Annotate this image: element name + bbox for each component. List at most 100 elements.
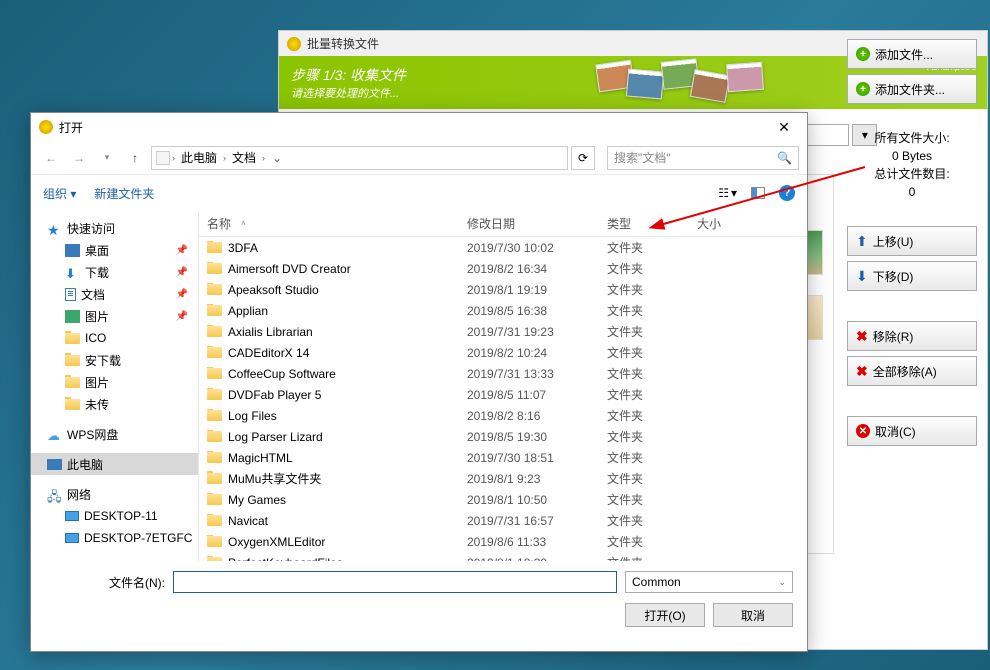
dialog-footer: 文件名(N): Common⌄ 打开(O) 取消 <box>31 561 807 651</box>
file-row[interactable]: CADEditorX 142019/8/2 10:24文件夹 <box>199 342 807 363</box>
chevron-right-icon[interactable]: › <box>172 153 175 163</box>
back-button[interactable]: ← <box>39 146 63 170</box>
recent-button[interactable]: ▾ <box>95 146 119 170</box>
move-up-button[interactable]: ⬆上移(U) <box>847 226 977 256</box>
dialog-icon <box>39 120 53 134</box>
tree-item[interactable]: ★快速访问 <box>31 217 198 239</box>
file-row[interactable]: 3DFA2019/7/30 10:02文件夹 <box>199 237 807 258</box>
organize-button[interactable]: 组织 ▾ <box>43 185 76 202</box>
network-icon: 🖧 <box>47 488 62 501</box>
file-row[interactable]: OxygenXMLEditor2019/8/6 11:33文件夹 <box>199 531 807 552</box>
col-size-header[interactable]: 大小 <box>689 215 769 232</box>
x-icon: ✖ <box>856 328 868 345</box>
refresh-button[interactable]: ⟳ <box>571 146 595 170</box>
tree-item[interactable]: 🖧网络 <box>31 483 198 505</box>
forward-button[interactable]: → <box>67 146 91 170</box>
tree-item-label: ICO <box>85 331 106 345</box>
col-date-header[interactable]: 修改日期 <box>459 215 599 232</box>
file-row[interactable]: Applian2019/8/5 16:38文件夹 <box>199 300 807 321</box>
dialog-titlebar: 打开 ✕ <box>31 113 807 141</box>
folder-icon <box>207 557 222 561</box>
tree-item[interactable]: 图片📌 <box>31 305 198 327</box>
tree-item[interactable]: 安下载 <box>31 349 198 371</box>
breadcrumb-dropdown[interactable]: ⌄ <box>267 151 287 165</box>
search-icon[interactable]: 🔍 <box>777 151 792 165</box>
file-row[interactable]: Aimersoft DVD Creator2019/8/2 16:34文件夹 <box>199 258 807 279</box>
folder-icon <box>65 355 80 366</box>
file-date: 2019/7/30 10:02 <box>459 241 599 255</box>
tree-item[interactable]: ⬇下载📌 <box>31 261 198 283</box>
preview-pane-button[interactable] <box>751 187 765 199</box>
file-row[interactable]: Axialis Librarian2019/7/31 19:23文件夹 <box>199 321 807 342</box>
close-icon[interactable]: ✕ <box>769 119 799 136</box>
file-type: 文件夹 <box>599 554 689 561</box>
filetype-filter[interactable]: Common⌄ <box>625 571 793 593</box>
pin-icon: 📌 <box>176 289 188 300</box>
tree-item[interactable]: DESKTOP-11 <box>31 505 198 527</box>
file-row[interactable]: MuMu共享文件夹2019/8/1 9:23文件夹 <box>199 468 807 489</box>
folder-icon <box>65 333 80 344</box>
file-row[interactable]: Log Parser Lizard2019/8/5 19:30文件夹 <box>199 426 807 447</box>
file-row[interactable]: Log Files2019/8/2 8:16文件夹 <box>199 405 807 426</box>
add-folder-button[interactable]: +添加文件夹... <box>847 74 977 104</box>
tree-item[interactable]: 此电脑 <box>31 453 198 475</box>
photo-collage <box>587 58 787 106</box>
chevron-right-icon[interactable]: › <box>262 153 265 163</box>
tree-item[interactable]: 文档📌 <box>31 283 198 305</box>
file-name: Aimersoft DVD Creator <box>228 262 351 276</box>
dialog-toolbar: 组织 ▾ 新建文件夹 ☷ ▾ ? <box>31 175 807 211</box>
tree-item[interactable]: ICO <box>31 327 198 349</box>
file-type: 文件夹 <box>599 533 689 550</box>
file-name: Applian <box>228 304 268 318</box>
file-name: DVDFab Player 5 <box>228 388 321 402</box>
tree-item[interactable]: DESKTOP-7ETGFC <box>31 527 198 549</box>
folder-icon <box>207 368 222 379</box>
folder-icon <box>207 284 222 295</box>
tree-item[interactable]: ☁WPS网盘 <box>31 423 198 445</box>
view-mode-button[interactable]: ☷ ▾ <box>718 186 737 200</box>
tree-item[interactable]: 图片 <box>31 371 198 393</box>
tree-item[interactable]: 桌面📌 <box>31 239 198 261</box>
folder-icon <box>207 410 222 421</box>
remove-all-button[interactable]: ✖全部移除(A) <box>847 356 977 386</box>
file-name: MagicHTML <box>228 451 293 465</box>
dialog-nav: ← → ▾ ↑ › 此电脑 › 文档 › ⌄ ⟳ 搜索"文档" 🔍 <box>31 141 807 175</box>
file-stats: 所有文件大小: 0 Bytes 总计文件数目: 0 <box>837 129 987 201</box>
file-name: Log Parser Lizard <box>228 430 323 444</box>
cancel-button[interactable]: 取消 <box>713 603 793 627</box>
breadcrumb[interactable]: › 此电脑 › 文档 › ⌄ <box>151 146 568 170</box>
help-icon[interactable]: ? <box>779 185 795 201</box>
remove-button[interactable]: ✖移除(R) <box>847 321 977 351</box>
tree-item[interactable]: 未传 <box>31 393 198 415</box>
file-row[interactable]: CoffeeCup Software2019/7/31 13:33文件夹 <box>199 363 807 384</box>
file-row[interactable]: MagicHTML2019/7/30 18:51文件夹 <box>199 447 807 468</box>
file-row[interactable]: PerfectKeyboardFiles2019/8/1 18:39文件夹 <box>199 552 807 561</box>
doc-icon <box>156 151 170 165</box>
file-type: 文件夹 <box>599 302 689 319</box>
move-down-button[interactable]: ⬇下移(D) <box>847 261 977 291</box>
chevron-right-icon[interactable]: › <box>223 153 226 163</box>
breadcrumb-segment[interactable]: 此电脑 <box>177 149 221 166</box>
file-row[interactable]: My Games2019/8/1 10:50文件夹 <box>199 489 807 510</box>
col-type-header[interactable]: 类型 <box>599 215 689 232</box>
breadcrumb-segment[interactable]: 文档 <box>228 149 260 166</box>
file-row[interactable]: Navicat2019/7/31 16:57文件夹 <box>199 510 807 531</box>
filename-input[interactable] <box>173 571 617 593</box>
file-date: 2019/8/2 16:34 <box>459 262 599 276</box>
up-button[interactable]: ↑ <box>123 146 147 170</box>
star-icon: ★ <box>47 222 62 235</box>
file-row[interactable]: Apeaksoft Studio2019/8/1 19:19文件夹 <box>199 279 807 300</box>
new-folder-button[interactable]: 新建文件夹 <box>94 185 154 202</box>
folder-icon <box>207 536 222 547</box>
search-input[interactable]: 搜索"文档" 🔍 <box>607 146 799 170</box>
open-button[interactable]: 打开(O) <box>625 603 705 627</box>
plus-icon: + <box>856 82 870 96</box>
monitor-icon <box>65 533 79 543</box>
file-name: CoffeeCup Software <box>228 367 336 381</box>
file-row[interactable]: DVDFab Player 52019/8/5 11:07文件夹 <box>199 384 807 405</box>
cancel-button[interactable]: ✕取消(C) <box>847 416 977 446</box>
file-open-dialog: 打开 ✕ ← → ▾ ↑ › 此电脑 › 文档 › ⌄ ⟳ 搜索"文档" 🔍 组… <box>30 112 808 652</box>
file-date: 2019/7/31 13:33 <box>459 367 599 381</box>
add-file-button[interactable]: +添加文件... <box>847 39 977 69</box>
col-name-header[interactable]: 名称˄ <box>199 215 459 232</box>
